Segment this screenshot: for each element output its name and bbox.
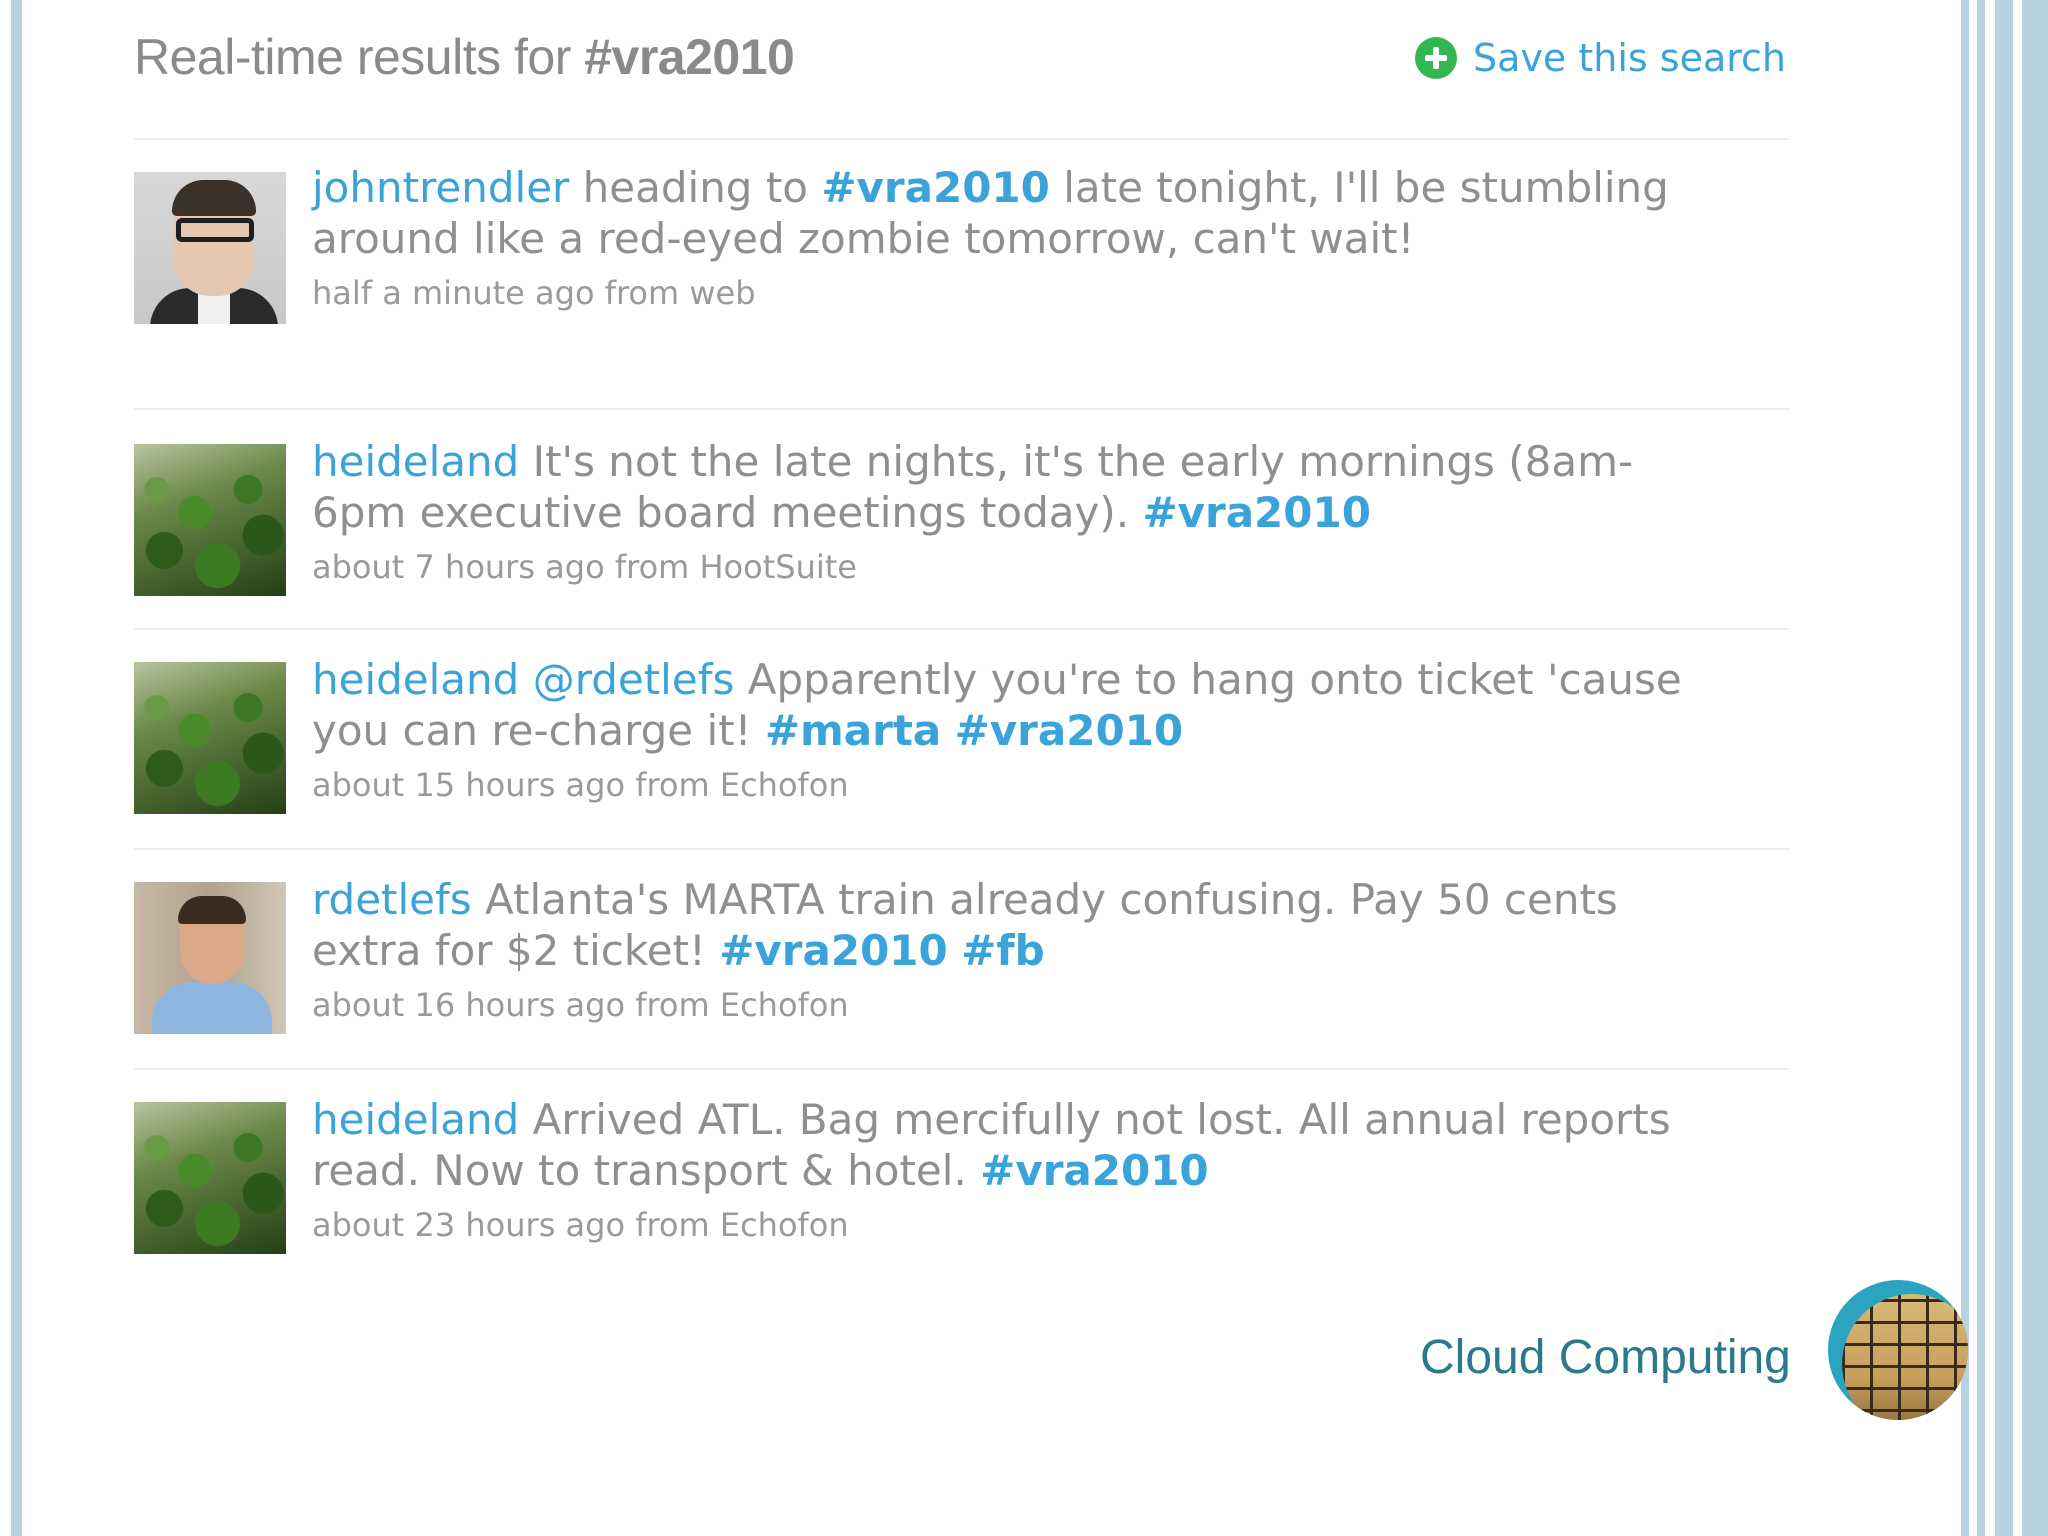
avatar-hair: [178, 896, 246, 924]
save-search-label: Save this search: [1473, 36, 1786, 80]
logo-bricks: [1842, 1294, 1968, 1420]
tweet-username-link[interactable]: rdetlefs: [312, 875, 472, 924]
hashtag-link[interactable]: #marta: [765, 706, 941, 755]
slide-border-right: [1995, 0, 2013, 1536]
avatar-shirt: [152, 982, 272, 1034]
tweet-row: heideland It's not the late nights, it's…: [134, 410, 1790, 630]
tweet-username-link[interactable]: heideland: [312, 655, 519, 704]
page-title: Real-time results for #vra2010: [134, 28, 795, 86]
avatar-glasses: [176, 218, 254, 242]
tweet-text-segment: [948, 926, 961, 975]
slide-border-left: [11, 0, 22, 1536]
tweet-meta: about 16 hours ago from Echofon: [312, 986, 849, 1024]
tweet-meta: half a minute ago from web: [312, 274, 756, 312]
save-search-button[interactable]: Save this search: [1415, 36, 1786, 80]
tweet-text: rdetlefs Atlanta's MARTA train already c…: [312, 874, 1712, 976]
green-foliage-avatar[interactable]: [134, 1102, 286, 1254]
title-hashtag: #vra2010: [584, 29, 795, 85]
tweet-body: heideland Arrived ATL. Bag mercifully no…: [312, 1094, 1712, 1244]
tweet-body: heideland @rdetlefs Apparently you're to…: [312, 654, 1712, 804]
tweet-text-segment: heading to: [569, 163, 822, 212]
title-prefix: Real-time results for: [134, 29, 585, 85]
slide-border-right: [1977, 0, 1985, 1536]
tweet-username-link[interactable]: johntrendler: [312, 163, 569, 212]
brick-wall-logo-icon: [1828, 1280, 1968, 1420]
tweet-meta: about 23 hours ago from Echofon: [312, 1206, 849, 1244]
tweet-row: heideland @rdetlefs Apparently you're to…: [134, 630, 1790, 850]
tweet-text-segment: [519, 655, 532, 704]
tweet-meta: about 7 hours ago from HootSuite: [312, 548, 857, 586]
tweet-row: rdetlefs Atlanta's MARTA train already c…: [134, 850, 1790, 1070]
tweet-text: heideland It's not the late nights, it's…: [312, 436, 1712, 538]
green-foliage-avatar[interactable]: [134, 662, 286, 814]
green-foliage-avatar[interactable]: [134, 444, 286, 596]
footer-label: Cloud Computing: [1420, 1331, 1791, 1384]
tweet-body: rdetlefs Atlanta's MARTA train already c…: [312, 874, 1712, 1024]
hashtag-link[interactable]: #vra2010: [955, 706, 1184, 755]
tweet-text-segment: [941, 706, 954, 755]
man-blue-shirt-avatar[interactable]: [134, 882, 286, 1034]
mention-link[interactable]: @rdetlefs: [533, 655, 735, 704]
tweet-row: heideland Arrived ATL. Bag mercifully no…: [134, 1070, 1790, 1270]
hashtag-link[interactable]: #vra2010: [980, 1146, 1209, 1195]
tweet-list: johntrendler heading to #vra2010 late to…: [134, 140, 1790, 1270]
man-with-glasses-avatar[interactable]: [134, 172, 286, 324]
add-circle-icon: [1415, 37, 1457, 79]
tweet-body: heideland It's not the late nights, it's…: [312, 436, 1712, 586]
tweet-text: johntrendler heading to #vra2010 late to…: [312, 162, 1712, 264]
tweet-row: johntrendler heading to #vra2010 late to…: [134, 140, 1790, 410]
twitter-search-results: Real-time results for #vra2010 Save this…: [134, 0, 1790, 1270]
tweet-username-link[interactable]: heideland: [312, 437, 519, 486]
slide-border-right: [2022, 0, 2048, 1536]
tweet-meta: about 15 hours ago from Echofon: [312, 766, 849, 804]
hashtag-link[interactable]: #fb: [961, 926, 1045, 975]
slide: Real-time results for #vra2010 Save this…: [0, 0, 2048, 1536]
hashtag-link[interactable]: #vra2010: [1142, 488, 1371, 537]
hashtag-link[interactable]: #vra2010: [821, 163, 1050, 212]
tweet-body: johntrendler heading to #vra2010 late to…: [312, 162, 1712, 312]
tweet-text: heideland Arrived ATL. Bag mercifully no…: [312, 1094, 1712, 1196]
results-header: Real-time results for #vra2010 Save this…: [134, 0, 1790, 140]
slide-border-right: [1961, 0, 1969, 1536]
hashtag-link[interactable]: #vra2010: [719, 926, 948, 975]
tweet-username-link[interactable]: heideland: [312, 1095, 519, 1144]
tweet-text: heideland @rdetlefs Apparently you're to…: [312, 654, 1712, 756]
avatar-hair: [172, 180, 256, 216]
